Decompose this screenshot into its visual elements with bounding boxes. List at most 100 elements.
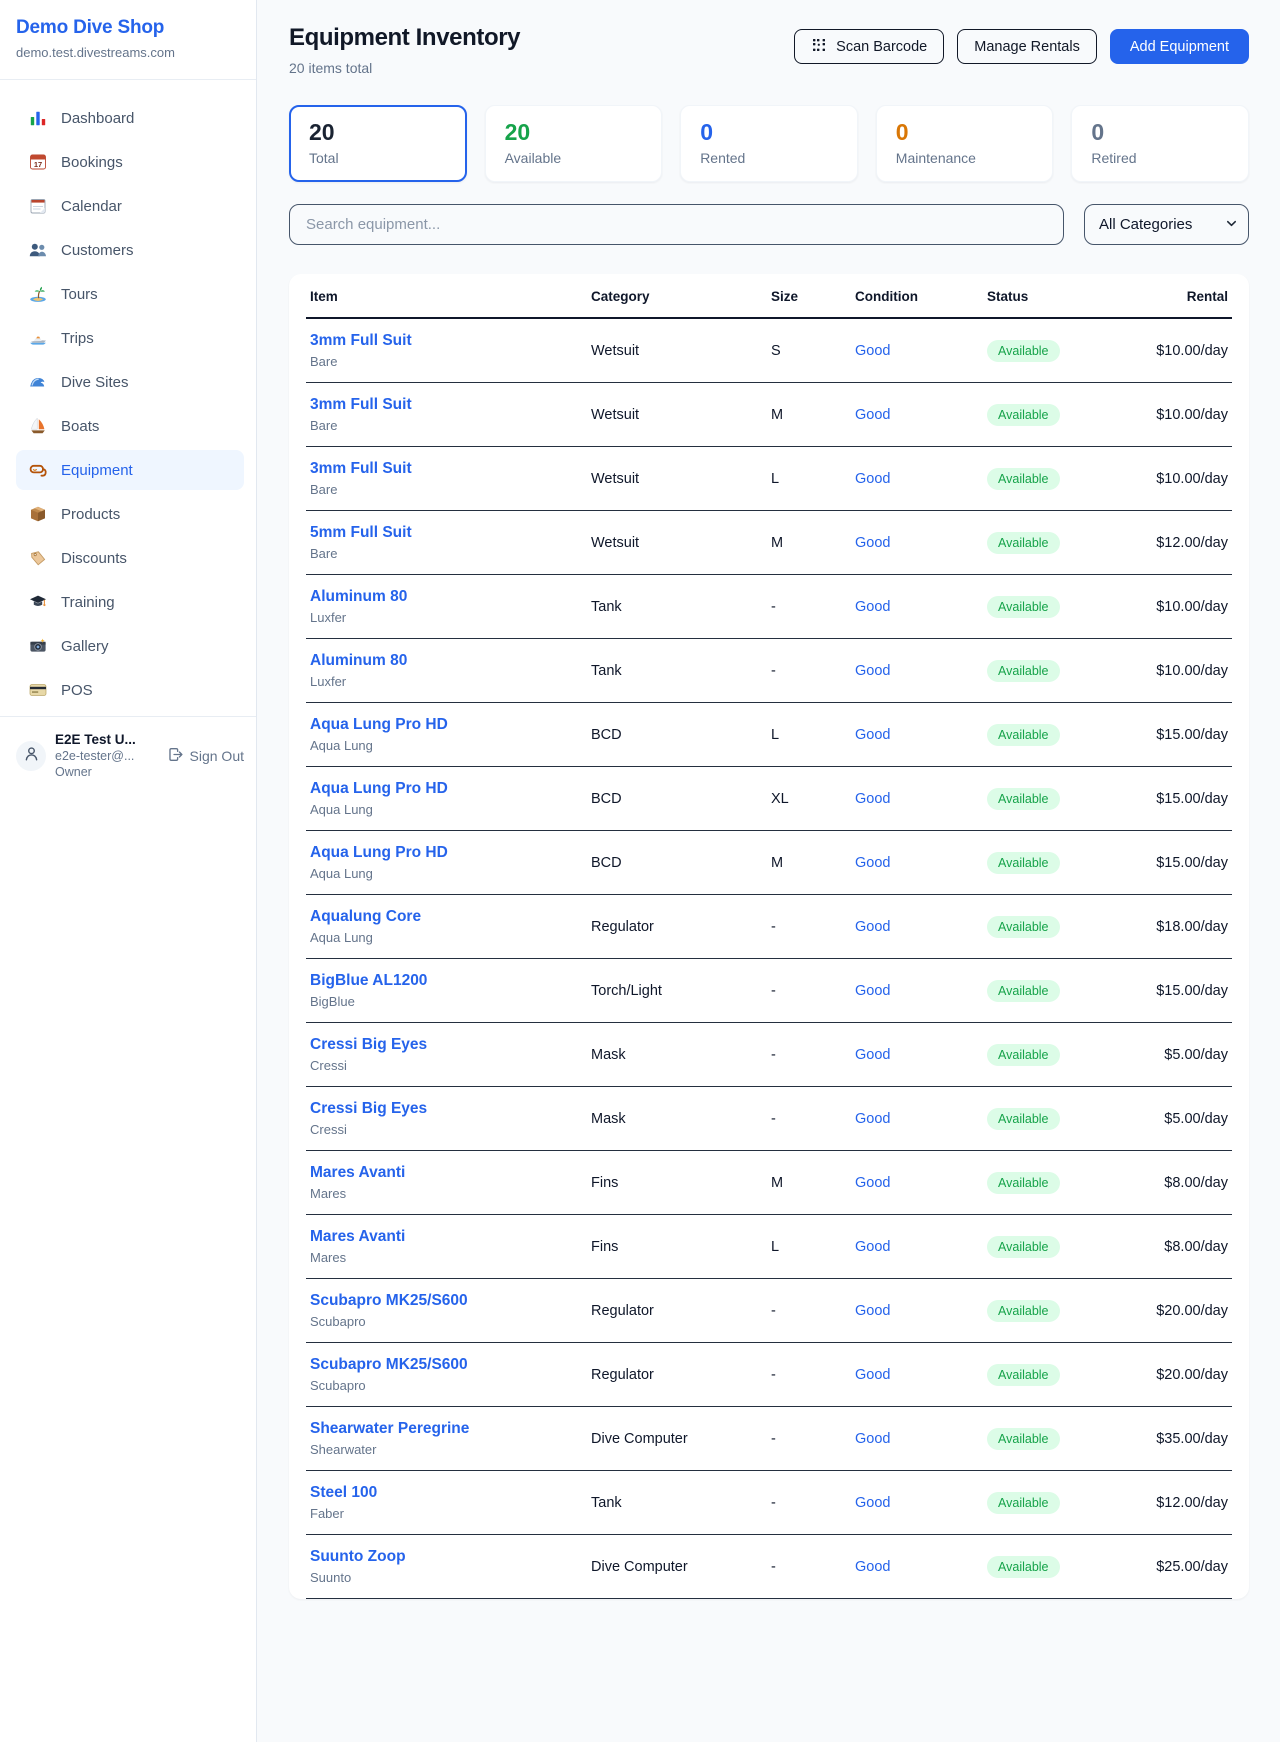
sign-out-button[interactable]: Sign Out xyxy=(167,746,248,766)
sidebar-item-bookings[interactable]: 17 Bookings xyxy=(16,142,244,182)
sidebar-item-trips[interactable]: Trips xyxy=(16,318,244,358)
item-name-link[interactable]: Cressi Big Eyes xyxy=(310,1100,583,1118)
table-body: 3mm Full Suit Bare Wetsuit S Good Availa… xyxy=(306,318,1232,1599)
search-input[interactable] xyxy=(289,204,1064,245)
category-filter-select[interactable]: All Categories xyxy=(1084,204,1249,245)
item-size: M xyxy=(767,1151,851,1215)
sidebar-item-tours[interactable]: Tours xyxy=(16,274,244,314)
item-brand: Scubapro xyxy=(310,1378,583,1393)
item-name-link[interactable]: BigBlue AL1200 xyxy=(310,972,583,990)
sidebar-item-dashboard[interactable]: Dashboard xyxy=(16,98,244,138)
add-equipment-button[interactable]: Add Equipment xyxy=(1110,29,1249,64)
item-condition-link[interactable]: Good xyxy=(855,343,890,359)
table-row: Aqualung Core Aqua Lung Regulator - Good… xyxy=(306,895,1232,959)
stat-card-total[interactable]: 20 Total xyxy=(289,105,467,182)
sidebar-item-gallery[interactable]: Gallery xyxy=(16,626,244,666)
stat-label: Retired xyxy=(1091,150,1229,166)
item-name-link[interactable]: Scubapro MK25/S600 xyxy=(310,1292,583,1310)
item-size: - xyxy=(767,1343,851,1407)
main-content: Equipment Inventory 20 items total Scan … xyxy=(257,0,1280,1742)
manage-rentals-button[interactable]: Manage Rentals xyxy=(957,29,1097,64)
stat-card-available[interactable]: 20 Available xyxy=(485,105,663,182)
status-badge: Available xyxy=(987,404,1060,426)
item-condition-link[interactable]: Good xyxy=(855,1239,890,1255)
stat-card-maintenance[interactable]: 0 Maintenance xyxy=(876,105,1054,182)
item-rental: $20.00/day xyxy=(1156,1303,1228,1319)
item-name-link[interactable]: Aqualung Core xyxy=(310,908,583,926)
item-condition-link[interactable]: Good xyxy=(855,1367,890,1383)
item-condition-link[interactable]: Good xyxy=(855,855,890,871)
sidebar-user-section: E2E Test U... e2e-tester@... Owner Sign … xyxy=(0,716,256,794)
item-category: Wetsuit xyxy=(587,447,767,511)
item-name-link[interactable]: Aqua Lung Pro HD xyxy=(310,716,583,734)
item-name-link[interactable]: 3mm Full Suit xyxy=(310,396,583,414)
status-badge: Available xyxy=(987,1108,1060,1130)
item-brand: Aqua Lung xyxy=(310,738,583,753)
item-size: - xyxy=(767,1471,851,1535)
item-condition-link[interactable]: Good xyxy=(855,727,890,743)
table-row: Aqua Lung Pro HD Aqua Lung BCD L Good Av… xyxy=(306,703,1232,767)
item-condition-link[interactable]: Good xyxy=(855,407,890,423)
item-brand: Mares xyxy=(310,1186,583,1201)
item-name-link[interactable]: Cressi Big Eyes xyxy=(310,1036,583,1054)
item-name-link[interactable]: 3mm Full Suit xyxy=(310,460,583,478)
item-condition-link[interactable]: Good xyxy=(855,791,890,807)
item-name-link[interactable]: Aluminum 80 xyxy=(310,652,583,670)
item-condition-link[interactable]: Good xyxy=(855,1175,890,1191)
sidebar-item-dive-sites[interactable]: Dive Sites xyxy=(16,362,244,402)
item-condition-link[interactable]: Good xyxy=(855,1495,890,1511)
item-rental: $5.00/day xyxy=(1164,1047,1228,1063)
speedboat-icon xyxy=(28,328,48,348)
item-condition-link[interactable]: Good xyxy=(855,1559,890,1575)
stat-card-retired[interactable]: 0 Retired xyxy=(1071,105,1249,182)
item-condition-link[interactable]: Good xyxy=(855,599,890,615)
sidebar-item-products[interactable]: Products xyxy=(16,494,244,534)
table-row: Steel 100 Faber Tank - Good Available $1… xyxy=(306,1471,1232,1535)
item-name-link[interactable]: Aluminum 80 xyxy=(310,588,583,606)
sidebar-item-equipment[interactable]: Equipment xyxy=(16,450,244,490)
item-condition-link[interactable]: Good xyxy=(855,471,890,487)
item-rental: $10.00/day xyxy=(1156,471,1228,487)
item-rental: $35.00/day xyxy=(1156,1431,1228,1447)
item-name-link[interactable]: Aqua Lung Pro HD xyxy=(310,780,583,798)
item-name-link[interactable]: Mares Avanti xyxy=(310,1228,583,1246)
item-name-link[interactable]: Aqua Lung Pro HD xyxy=(310,844,583,862)
status-badge: Available xyxy=(987,1044,1060,1066)
item-category: BCD xyxy=(587,831,767,895)
scan-barcode-button[interactable]: Scan Barcode xyxy=(794,29,944,64)
item-name-link[interactable]: Scubapro MK25/S600 xyxy=(310,1356,583,1374)
item-name-link[interactable]: Mares Avanti xyxy=(310,1164,583,1182)
sidebar-item-training[interactable]: Training xyxy=(16,582,244,622)
item-rental: $5.00/day xyxy=(1164,1111,1228,1127)
item-name-link[interactable]: Steel 100 xyxy=(310,1484,583,1502)
item-condition-link[interactable]: Good xyxy=(855,919,890,935)
items-total-subtitle: 20 items total xyxy=(289,60,520,76)
bar-chart-icon xyxy=(28,108,48,128)
item-condition-link[interactable]: Good xyxy=(855,1303,890,1319)
item-size: XL xyxy=(767,767,851,831)
item-category: BCD xyxy=(587,767,767,831)
sidebar-item-pos[interactable]: POS xyxy=(16,670,244,710)
sidebar-item-customers[interactable]: Customers xyxy=(16,230,244,270)
table-row: Cressi Big Eyes Cressi Mask - Good Avail… xyxy=(306,1023,1232,1087)
item-name-link[interactable]: 3mm Full Suit xyxy=(310,332,583,350)
item-category: Regulator xyxy=(587,895,767,959)
item-condition-link[interactable]: Good xyxy=(855,663,890,679)
sidebar-item-calendar[interactable]: Calendar xyxy=(16,186,244,226)
item-condition-link[interactable]: Good xyxy=(855,1047,890,1063)
item-size: L xyxy=(767,1215,851,1279)
sidebar-item-discounts[interactable]: Discounts xyxy=(16,538,244,578)
filters-row: All Categories xyxy=(289,204,1249,245)
sidebar-item-boats[interactable]: Boats xyxy=(16,406,244,446)
status-badge: Available xyxy=(987,788,1060,810)
item-condition-link[interactable]: Good xyxy=(855,535,890,551)
item-condition-link[interactable]: Good xyxy=(855,1431,890,1447)
item-condition-link[interactable]: Good xyxy=(855,983,890,999)
item-name-link[interactable]: Shearwater Peregrine xyxy=(310,1420,583,1438)
brand-name: Demo Dive Shop xyxy=(16,17,240,39)
stat-card-rented[interactable]: 0 Rented xyxy=(680,105,858,182)
item-name-link[interactable]: 5mm Full Suit xyxy=(310,524,583,542)
item-condition-link[interactable]: Good xyxy=(855,1111,890,1127)
item-name-link[interactable]: Suunto Zoop xyxy=(310,1548,583,1566)
column-header-size: Size xyxy=(767,274,851,318)
